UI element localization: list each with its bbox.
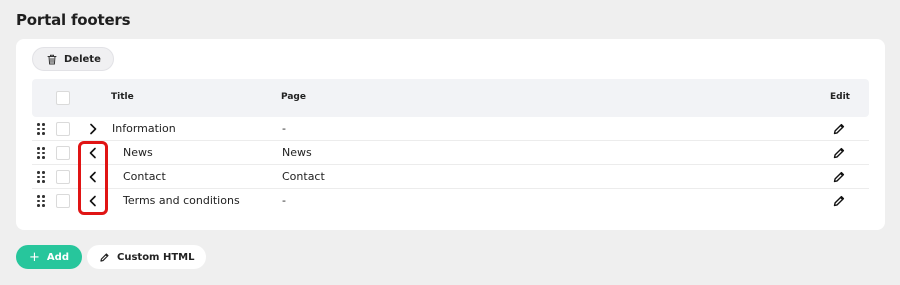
- row-title: News: [123, 146, 153, 159]
- row-title: Terms and conditions: [123, 194, 240, 207]
- select-all-checkbox[interactable]: [56, 91, 70, 105]
- row-checkbox[interactable]: [56, 194, 70, 208]
- title-column-header[interactable]: Title: [111, 92, 134, 102]
- row-checkbox[interactable]: [56, 170, 70, 184]
- plus-icon: +: [29, 249, 40, 265]
- table-row: News News: [32, 141, 869, 165]
- delete-label: Delete: [64, 53, 101, 65]
- footers-card: Delete Title Page Edit Information - New…: [16, 39, 885, 230]
- drag-handle-icon[interactable]: [37, 171, 45, 183]
- custom-html-button[interactable]: Custom HTML: [87, 245, 207, 269]
- table-row: Information -: [32, 117, 869, 141]
- row-page: Contact: [282, 170, 325, 183]
- custom-html-label: Custom HTML: [117, 251, 195, 263]
- edit-column-header: Edit: [830, 92, 850, 102]
- table-row: Contact Contact: [32, 165, 869, 189]
- table-row: Terms and conditions -: [32, 189, 869, 213]
- row-title: Contact: [123, 170, 166, 183]
- row-checkbox[interactable]: [56, 146, 70, 160]
- pencil-icon[interactable]: [832, 122, 846, 136]
- pencil-icon[interactable]: [832, 194, 846, 208]
- row-title: Information: [112, 122, 176, 135]
- pencil-icon: [100, 252, 109, 262]
- drag-handle-icon[interactable]: [37, 123, 45, 135]
- pencil-icon[interactable]: [832, 170, 846, 184]
- row-checkbox[interactable]: [56, 122, 70, 136]
- delete-button[interactable]: Delete: [32, 47, 114, 71]
- drag-handle-icon[interactable]: [37, 147, 45, 159]
- highlight-annotation-box: [78, 141, 108, 215]
- table-header: Title Page Edit: [32, 79, 869, 117]
- drag-handle-icon[interactable]: [37, 195, 45, 207]
- pencil-icon[interactable]: [832, 146, 846, 160]
- row-page: -: [282, 194, 286, 207]
- chevron-right-icon[interactable]: [86, 122, 100, 136]
- page-column-header[interactable]: Page: [281, 92, 306, 102]
- page-title: Portal footers: [16, 11, 131, 29]
- trash-icon: [47, 54, 57, 64]
- row-page: News: [282, 146, 312, 159]
- add-label: Add: [46, 251, 69, 263]
- row-page: -: [282, 122, 286, 135]
- add-button[interactable]: + Add: [16, 245, 82, 269]
